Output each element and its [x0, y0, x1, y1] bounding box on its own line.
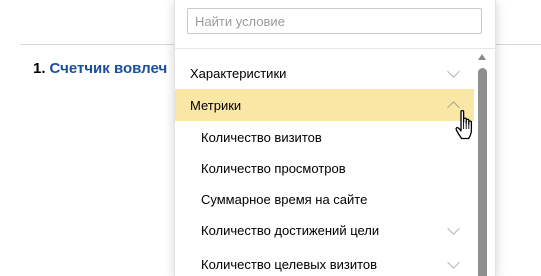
category-label: Метрики: [190, 97, 242, 113]
metric-goal-reaches[interactable]: Количество достижений цели: [175, 214, 474, 246]
category-metrics[interactable]: Метрики: [175, 89, 474, 121]
chevron-down-icon: [447, 256, 460, 269]
metric-label: Количество просмотров: [201, 160, 346, 176]
metric-label: Количество визитов: [201, 129, 322, 145]
chevron-down-icon: [447, 65, 460, 78]
metric-goal-visits[interactable]: Количество целевых визитов: [175, 248, 474, 276]
condition-dropdown: Характеристики Метрики Количество визито…: [174, 0, 496, 276]
scroll-up-arrow-icon[interactable]: [478, 54, 486, 60]
metric-pageviews[interactable]: Количество просмотров: [175, 152, 474, 184]
list-number: 1.: [33, 60, 46, 77]
metric-label: Суммарное время на сайте: [201, 191, 368, 207]
metric-visits[interactable]: Количество визитов: [175, 121, 474, 153]
metric-label: Количество целевых визитов: [201, 256, 378, 272]
category-characteristics[interactable]: Характеристики: [175, 57, 474, 89]
dropdown-scrollbar[interactable]: [475, 52, 489, 276]
dropdown-separator: [175, 48, 495, 49]
counter-link[interactable]: Счетчик вовлеч: [50, 60, 168, 77]
condition-search-input[interactable]: [187, 8, 482, 34]
numbered-list-item: 1. Счетчик вовлеч: [33, 60, 167, 77]
scroll-thumb[interactable]: [478, 68, 487, 276]
chevron-down-icon: [447, 222, 460, 235]
metric-total-time[interactable]: Суммарное время на сайте: [175, 183, 474, 215]
category-label: Характеристики: [190, 65, 287, 81]
metric-label: Количество достижений цели: [201, 222, 380, 238]
hand-pointer-icon: [455, 109, 473, 140]
